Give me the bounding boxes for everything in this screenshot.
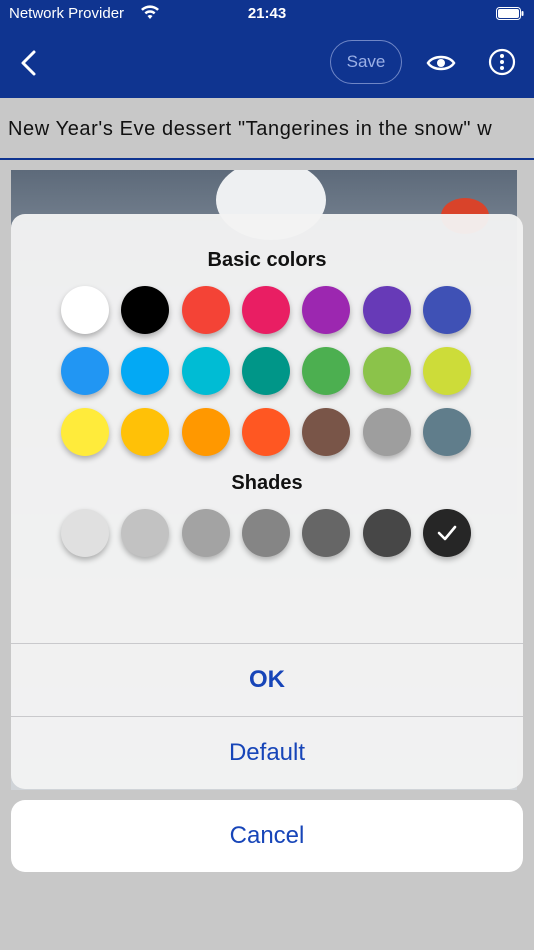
eye-icon: [426, 55, 456, 71]
color-swatch[interactable]: [121, 286, 170, 334]
shade-swatch[interactable]: [362, 509, 411, 557]
more-vertical-icon: [488, 48, 516, 76]
color-swatch[interactable]: [302, 408, 351, 456]
title-field[interactable]: New Year's Eve dessert "Tangerines in th…: [0, 98, 534, 160]
color-swatch[interactable]: [302, 347, 351, 395]
back-button[interactable]: [14, 46, 44, 80]
color-swatch[interactable]: [362, 408, 411, 456]
status-bar: Network Provider 21:43: [0, 0, 534, 28]
color-swatch[interactable]: [61, 286, 109, 334]
shades-heading: Shades: [231, 472, 303, 494]
status-time: 21:43: [247, 5, 287, 22]
color-swatch[interactable]: [362, 347, 411, 395]
default-button[interactable]: Default: [11, 717, 523, 789]
shade-swatch[interactable]: [302, 509, 351, 557]
color-picker-dialog: Basic colors Shades OK Default: [11, 214, 523, 789]
cancel-button[interactable]: Cancel: [11, 800, 523, 872]
color-swatch[interactable]: [422, 408, 471, 456]
toolbar: Save: [0, 28, 534, 98]
color-swatch[interactable]: [61, 347, 109, 395]
battery-icon: [496, 7, 524, 20]
checkmark-icon: [437, 525, 457, 541]
color-swatch[interactable]: [181, 347, 230, 395]
color-swatch[interactable]: [241, 408, 290, 456]
color-swatch[interactable]: [61, 408, 109, 456]
ok-button[interactable]: OK: [11, 644, 523, 716]
color-swatch[interactable]: [241, 286, 290, 334]
color-swatch[interactable]: [422, 286, 471, 334]
color-swatch[interactable]: [121, 408, 170, 456]
title-input-value: New Year's Eve dessert "Tangerines in th…: [8, 118, 493, 140]
shade-swatch[interactable]: [422, 509, 471, 557]
color-swatch[interactable]: [181, 408, 230, 456]
color-swatch[interactable]: [302, 286, 351, 334]
color-swatch[interactable]: [362, 286, 411, 334]
more-options-button[interactable]: [488, 48, 516, 76]
shade-swatch[interactable]: [241, 509, 290, 557]
color-swatch[interactable]: [181, 286, 230, 334]
chevron-left-icon: [21, 50, 36, 76]
shade-swatch[interactable]: [121, 509, 170, 557]
save-button[interactable]: Save: [330, 40, 402, 84]
shade-swatch[interactable]: [181, 509, 230, 557]
preview-button[interactable]: [426, 50, 456, 76]
basic-colors-heading: Basic colors: [207, 249, 327, 271]
color-swatch[interactable]: [422, 347, 471, 395]
shade-swatch[interactable]: [61, 509, 109, 557]
color-swatch[interactable]: [121, 347, 170, 395]
color-swatch[interactable]: [241, 347, 290, 395]
